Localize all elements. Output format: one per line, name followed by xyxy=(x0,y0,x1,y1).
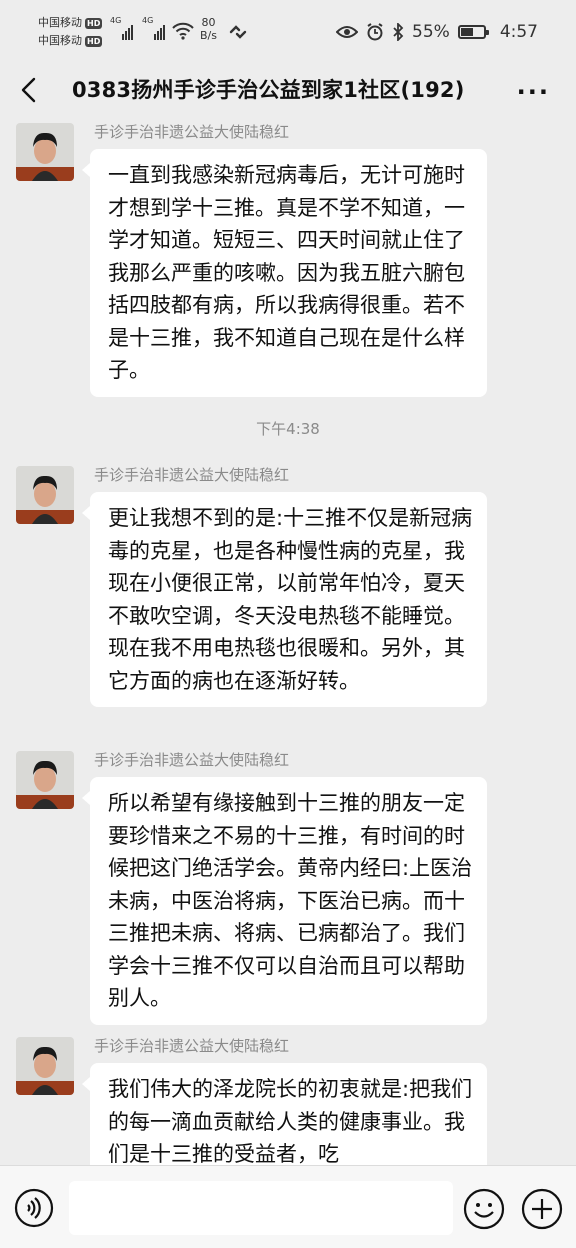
message-input[interactable] xyxy=(69,1181,453,1235)
message-bubble[interactable]: 我们伟大的泽龙院长的初衷就是:把我们的每一滴血贡献给人类的健康事业。我们是十三推… xyxy=(82,1063,487,1165)
hd-badge: HD xyxy=(85,17,103,29)
battery-percent: 55% xyxy=(412,22,450,42)
status-bar: 中国移动 HD 中国移动 HD 4G 4G 80 B/s 55% 4:57 xyxy=(0,0,576,62)
avatar[interactable] xyxy=(16,1037,74,1095)
speed-value: 80 xyxy=(201,16,216,29)
message-bubble[interactable]: 更让我想不到的是:十三推不仅是新冠病毒的克星，也是各种慢性病的克星，我现在小便很… xyxy=(82,492,487,707)
message-bubble[interactable]: 一直到我感染新冠病毒后，无计可施时才想到学十三推。真是不学不知道，一学才知道。短… xyxy=(82,149,487,397)
wifi-icon xyxy=(172,22,194,40)
carrier-info: 中国移动 HD 中国移动 HD xyxy=(38,14,103,50)
network-speed: 80 B/s xyxy=(200,16,217,42)
more-options-icon[interactable]: ··· xyxy=(517,78,550,106)
battery-icon xyxy=(457,25,489,39)
alarm-icon xyxy=(367,23,383,41)
emoji-icon[interactable] xyxy=(463,1188,505,1230)
back-arrow-icon[interactable] xyxy=(18,76,42,104)
speed-unit: B/s xyxy=(200,29,217,42)
bluetooth-icon xyxy=(393,23,404,41)
clock: 4:57 xyxy=(499,22,538,42)
avatar[interactable] xyxy=(16,466,74,524)
signal-icon: 4G xyxy=(142,16,165,40)
link-icon xyxy=(229,25,247,39)
add-more-icon[interactable] xyxy=(521,1188,563,1230)
message-bubble[interactable]: 所以希望有缘接触到十三推的朋友一定要珍惜来之不易的十三推，有时间的时候把这门绝活… xyxy=(82,777,487,1025)
input-bar xyxy=(0,1165,576,1248)
signal-icon: 4G xyxy=(110,16,133,40)
sender-name: 手诊手治非遗公益大使陆稳红 xyxy=(94,123,290,141)
chat-header: 0383扬州手诊手治公益到家1社区(192) ··· xyxy=(0,62,576,118)
timestamp: 下午4:38 xyxy=(256,420,320,438)
sender-name: 手诊手治非遗公益大使陆稳红 xyxy=(94,751,290,769)
network-type-label: 4G xyxy=(142,16,154,25)
chat-title: 0383扬州手诊手治公益到家1社区(192) xyxy=(72,78,465,102)
eye-icon xyxy=(336,26,359,38)
message-list[interactable]: 手诊手治非遗公益大使陆稳红 一直到我感染新冠病毒后，无计可施时才想到学十三推。真… xyxy=(0,118,576,1165)
sender-name: 手诊手治非遗公益大使陆稳红 xyxy=(94,1037,290,1055)
avatar[interactable] xyxy=(16,751,74,809)
carrier-2: 中国移动 xyxy=(38,34,82,47)
network-type-label: 4G xyxy=(110,16,122,25)
sender-name: 手诊手治非遗公益大使陆稳红 xyxy=(94,466,290,484)
avatar[interactable] xyxy=(16,123,74,181)
status-right: 55% 4:57 xyxy=(336,22,538,42)
hd-badge: HD xyxy=(85,35,103,47)
voice-input-icon[interactable] xyxy=(14,1188,54,1228)
carrier-1: 中国移动 xyxy=(38,16,82,29)
